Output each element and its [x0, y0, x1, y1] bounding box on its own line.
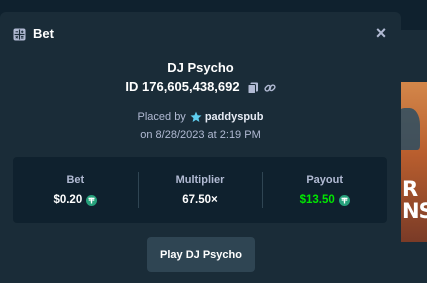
multiplier-value: 67.50×	[182, 194, 218, 206]
stat-payout: Payout $13.50	[262, 157, 387, 223]
banner-character-art	[400, 108, 420, 150]
banner-text: R NS	[402, 177, 427, 223]
placed-date: on 8/28/2023 at 2:19 PM	[140, 129, 261, 141]
vip-star-icon	[190, 111, 202, 123]
stat-label: Bet	[66, 174, 85, 186]
bet-id: ID 176,605,438,692	[125, 79, 240, 94]
modal-header: Bet	[13, 25, 54, 43]
background-game-banner[interactable]: R NS	[400, 82, 427, 242]
bet-slip-icon	[13, 28, 26, 41]
close-icon[interactable]: ×	[376, 23, 387, 43]
stat-value: 67.50×	[138, 193, 263, 208]
link-icon[interactable]	[264, 81, 276, 93]
bet-amount: $0.20	[53, 194, 83, 206]
usdt-coin-icon	[86, 195, 98, 206]
bet-id-row: ID 176,605,438,692	[0, 78, 401, 95]
close-button[interactable]: ×	[374, 23, 388, 43]
stat-label: Multiplier	[175, 174, 225, 186]
usdt-coin-icon	[338, 195, 350, 206]
game-name: DJ Psycho	[167, 60, 234, 75]
bet-stats-panel: Bet $0.20 Multiplier 67.50× Payout $13.5…	[13, 157, 387, 223]
stat-value: $13.50	[262, 193, 387, 208]
stat-multiplier: Multiplier 67.50×	[137, 157, 263, 223]
stat-label: Payout	[306, 174, 344, 186]
placed-by-label: Placed by	[137, 110, 186, 123]
bet-modal: Bet × DJ Psycho ID 176,605,438,692 Place…	[0, 12, 401, 283]
copy-icon[interactable]	[247, 81, 259, 94]
stat-value: $0.20	[13, 193, 138, 208]
stat-bet: Bet $0.20	[13, 157, 138, 223]
placed-by-row: Placed by paddyspub	[0, 109, 401, 124]
payout-amount: $13.50	[299, 194, 335, 206]
play-game-button[interactable]: Play DJ Psycho	[147, 237, 255, 272]
modal-title: Bet	[33, 26, 54, 41]
username-link[interactable]: paddyspub	[205, 111, 264, 123]
